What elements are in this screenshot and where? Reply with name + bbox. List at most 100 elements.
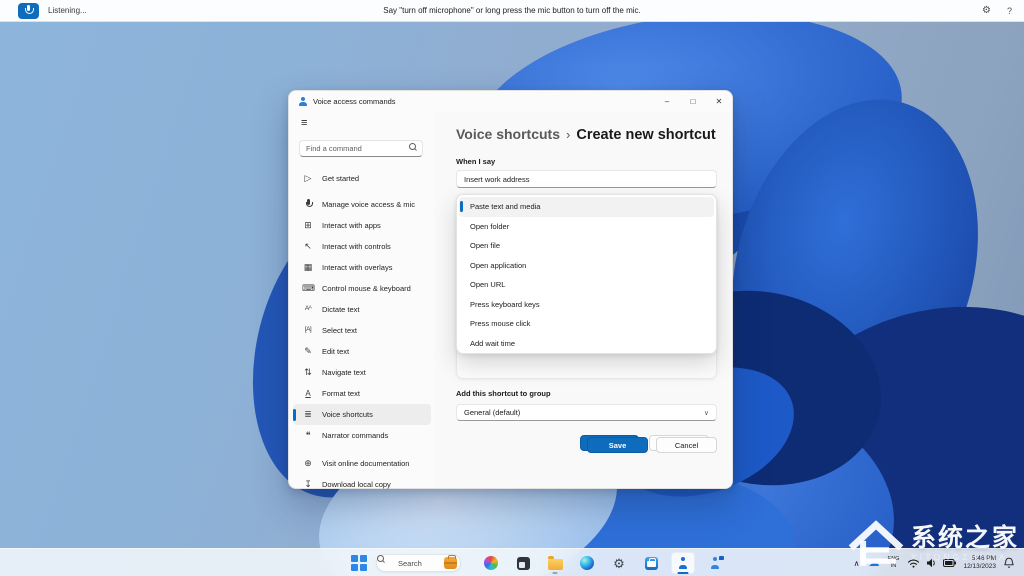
voice-access-app-icon bbox=[298, 97, 307, 106]
commands-sidebar: ≡ ▷ Get started Manage voice access & mi… bbox=[289, 112, 435, 489]
sidebar-item-format-text[interactable]: A Format text bbox=[289, 383, 435, 404]
sidebar-item-interact-with-apps[interactable]: ⊞ Interact with apps bbox=[289, 215, 435, 236]
taskbar-voice-access-icon[interactable] bbox=[667, 551, 699, 575]
find-command-input[interactable] bbox=[299, 140, 423, 157]
taskbar-dark-app-icon[interactable] bbox=[507, 551, 539, 575]
battery-icon[interactable] bbox=[943, 559, 957, 567]
sidebar-item-interact-with-controls[interactable]: ↖ Interact with controls bbox=[289, 236, 435, 257]
hidden-icons-chevron-icon[interactable]: ∧ bbox=[854, 559, 860, 568]
action-option-label: Open file bbox=[470, 241, 501, 251]
volume-icon[interactable] bbox=[926, 558, 937, 568]
desktop: 系统之家 XITONGZHIJIA Listening... Say "turn… bbox=[0, 0, 1024, 576]
close-button[interactable]: ✕ bbox=[706, 91, 732, 112]
voice-shortcuts-icon: ≣ bbox=[304, 409, 312, 419]
sidebar-item-label: Download local copy bbox=[322, 480, 391, 489]
cancel-button[interactable]: Cancel bbox=[656, 437, 717, 453]
active-app-indicator bbox=[677, 571, 689, 574]
notification-bell-icon[interactable] bbox=[1003, 557, 1015, 569]
select-text-icon: [A] bbox=[304, 326, 312, 334]
action-option-label: Paste text and media bbox=[470, 202, 541, 212]
action-option-label: Press keyboard keys bbox=[470, 299, 540, 309]
format-icon: A bbox=[305, 388, 311, 398]
sidebar-item-get-started[interactable]: ▷ Get started bbox=[289, 168, 435, 189]
action-option-press-keyboard-keys[interactable]: Press keyboard keys bbox=[459, 295, 714, 315]
search-icon bbox=[409, 143, 417, 151]
onedrive-cloud-icon[interactable]: ☁ bbox=[869, 557, 880, 569]
action-option-open-folder[interactable]: Open folder bbox=[459, 217, 714, 237]
dictate-icon: Aᴬ bbox=[304, 305, 312, 313]
language-indicator[interactable]: ENG IN bbox=[888, 556, 900, 570]
save-button[interactable]: Save bbox=[587, 437, 648, 453]
group-label: Add this shortcut to group bbox=[456, 389, 551, 398]
action-option-press-mouse-click[interactable]: Press mouse click bbox=[459, 314, 714, 334]
person-headset-icon bbox=[677, 557, 689, 569]
action-option-label: Open folder bbox=[470, 221, 510, 231]
taskbar-search[interactable]: Search bbox=[376, 554, 461, 572]
taskbar-store-icon[interactable] bbox=[635, 551, 667, 575]
voice-help-icon[interactable]: ? bbox=[1007, 6, 1012, 16]
start-button[interactable] bbox=[351, 555, 367, 571]
maximize-button[interactable]: □ bbox=[680, 91, 706, 112]
sidebar-item-label: Dictate text bbox=[322, 305, 360, 314]
hamburger-menu-icon[interactable]: ≡ bbox=[301, 117, 315, 129]
sidebar-item-label: Voice shortcuts bbox=[322, 410, 373, 419]
when-i-say-label: When I say bbox=[456, 157, 496, 166]
tray-date: 12/13/2023 bbox=[963, 563, 996, 570]
sidebar-footer-nav: ⊕ Visit online documentation ↧ Download … bbox=[289, 453, 435, 495]
cursor-icon: ↖ bbox=[304, 241, 312, 251]
keyboard-icon: ⌨ bbox=[302, 283, 315, 293]
sidebar-item-navigate-text[interactable]: ⇅ Navigate text bbox=[289, 362, 435, 383]
sidebar-item-dictate-text[interactable]: Aᴬ Dictate text bbox=[289, 299, 435, 320]
system-tray: ∧ ☁ ENG IN 5:46 PM 12/13/2023 bbox=[854, 549, 1024, 576]
taskbar-file-explorer-icon[interactable] bbox=[539, 551, 571, 575]
minimize-button[interactable]: – bbox=[654, 91, 680, 112]
group-select[interactable]: General (default) ∨ bbox=[456, 404, 717, 421]
sidebar-item-visit-online-documentation[interactable]: ⊕ Visit online documentation bbox=[289, 453, 435, 474]
action-option-open-application[interactable]: Open application bbox=[459, 256, 714, 276]
taskbar-pinwheel-app-icon[interactable] bbox=[475, 551, 507, 575]
action-option-open-url[interactable]: Open URL bbox=[459, 275, 714, 295]
edit-icon: ✎ bbox=[304, 346, 312, 356]
taskbar-people-app-icon[interactable] bbox=[699, 551, 731, 575]
window-titlebar[interactable]: Voice access commands – □ ✕ bbox=[289, 91, 732, 112]
group-select-value: General (default) bbox=[464, 408, 521, 417]
sidebar-item-label: Narrator commands bbox=[322, 431, 389, 440]
sidebar-item-voice-shortcuts[interactable]: ≣ Voice shortcuts bbox=[293, 404, 431, 425]
action-option-paste-text-and-media[interactable]: Paste text and media bbox=[459, 197, 714, 217]
taskbar-edge-icon[interactable] bbox=[571, 551, 603, 575]
microphone-icon bbox=[24, 5, 34, 16]
wifi-icon[interactable] bbox=[907, 558, 920, 568]
sidebar-item-manage-voice-access-mic[interactable]: Manage voice access & mic bbox=[289, 194, 435, 215]
sidebar-item-interact-with-overlays[interactable]: ▦ Interact with overlays bbox=[289, 257, 435, 278]
play-icon: ▷ bbox=[304, 173, 312, 183]
voice-settings-gear-icon[interactable]: ⚙ bbox=[982, 5, 991, 16]
taskbar-settings-gear-icon[interactable]: ⚙ bbox=[603, 551, 635, 575]
apps-grid-icon: ⊞ bbox=[304, 220, 312, 230]
shortcut-phrase-input[interactable] bbox=[456, 170, 717, 188]
taskbar: Search ⚙ ∧ ☁ ENG IN 5:46 PM 12/13/2023 bbox=[0, 548, 1024, 576]
voice-access-bar: Listening... Say "turn off microphone" o… bbox=[0, 0, 1024, 22]
sidebar-item-label: Select text bbox=[322, 326, 358, 335]
sidebar-item-download-local-copy[interactable]: ↧ Download local copy bbox=[289, 474, 435, 495]
sidebar-nav: ▷ Get started Manage voice access & mic … bbox=[289, 168, 435, 446]
microphone-icon bbox=[302, 199, 314, 210]
action-option-add-wait-time[interactable]: Add wait time bbox=[459, 334, 714, 354]
sidebar-item-label: Get started bbox=[322, 174, 360, 183]
action-option-label: Open URL bbox=[470, 280, 506, 290]
action-option-open-file[interactable]: Open file bbox=[459, 236, 714, 256]
download-icon: ↧ bbox=[304, 479, 312, 489]
voice-status-text: Listening... bbox=[48, 6, 87, 15]
action-dropdown: Paste text and media Open folder Open fi… bbox=[456, 194, 717, 354]
taskbar-clock[interactable]: 5:46 PM 12/13/2023 bbox=[963, 555, 996, 572]
taskbar-search-label: Search bbox=[398, 558, 422, 568]
sidebar-item-label: Manage voice access & mic bbox=[322, 200, 415, 209]
sidebar-item-control-mouse-keyboard[interactable]: ⌨ Control mouse & keyboard bbox=[289, 278, 435, 299]
briefcase-icon bbox=[444, 555, 457, 569]
taskbar-app-icons: ⚙ bbox=[475, 549, 731, 576]
sidebar-item-label: Interact with controls bbox=[322, 242, 391, 251]
sidebar-item-select-text[interactable]: [A] Select text bbox=[289, 320, 435, 341]
sidebar-item-label: Interact with overlays bbox=[322, 263, 393, 272]
sidebar-item-edit-text[interactable]: ✎ Edit text bbox=[289, 341, 435, 362]
sidebar-item-narrator-commands[interactable]: ❝ Narrator commands bbox=[289, 425, 435, 446]
microphone-button[interactable] bbox=[18, 2, 39, 19]
